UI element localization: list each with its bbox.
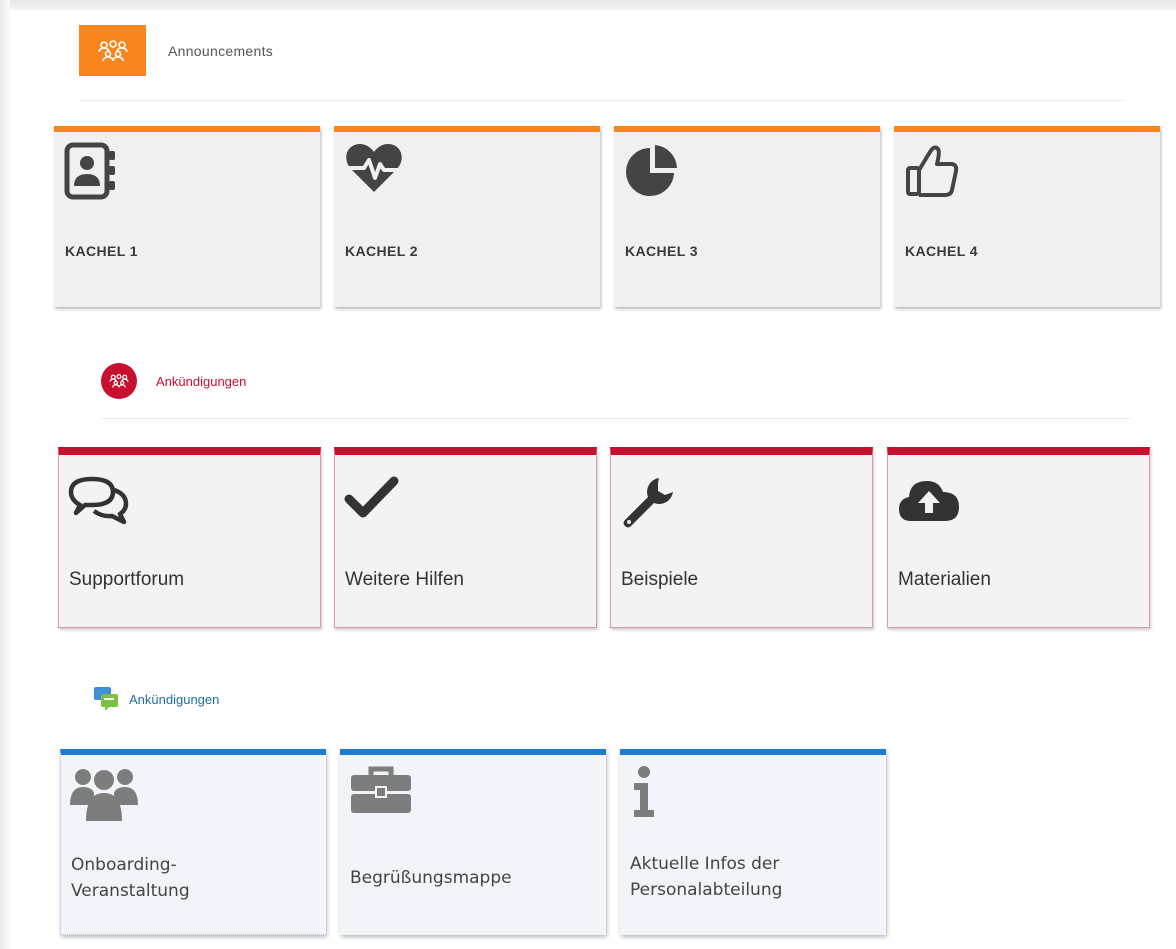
tile-label: Aktuelle Infos der Personalabteilung — [630, 851, 782, 903]
tile-begruessungsmappe[interactable]: Begrüßungsmappe — [340, 749, 606, 935]
tile-beispiele[interactable]: Beispiele — [610, 447, 873, 628]
tile-kachel-4[interactable]: KACHEL 4 — [894, 126, 1160, 307]
section-header-ankuendigungen-blue: Ankündigungen — [93, 686, 219, 712]
tile-label: KACHEL 1 — [65, 243, 138, 259]
group-icon — [101, 363, 137, 399]
tile-kachel-3[interactable]: KACHEL 3 — [614, 126, 880, 307]
tile-label: Weitere Hilfen — [345, 569, 464, 590]
tile-kachel-2[interactable]: KACHEL 2 — [334, 126, 600, 307]
tile-label: Materialien — [898, 569, 991, 590]
group-icon — [79, 25, 146, 76]
users-icon — [70, 769, 138, 821]
section-header-announcements: Announcements — [79, 25, 273, 76]
heartbeat-icon — [346, 144, 402, 192]
tile-label: Beispiele — [621, 569, 699, 590]
checkmark-icon — [344, 476, 399, 518]
chat-icon — [94, 687, 118, 711]
chat-bubbles-icon — [68, 476, 129, 525]
tile-weitere-hilfen[interactable]: Weitere Hilfen — [334, 447, 597, 628]
tile-label: Begrüßungsmappe — [350, 865, 512, 891]
info-icon — [634, 766, 654, 817]
window-left-edge — [0, 0, 10, 949]
pie-chart-icon — [626, 145, 677, 196]
tile-label-line: Onboarding- — [71, 855, 177, 875]
briefcase-icon — [351, 766, 411, 813]
wrench-icon — [623, 478, 673, 528]
section-title: Announcements — [168, 42, 274, 59]
tile-label-line: Personalabteilung — [630, 880, 783, 900]
section-title: Ankündigungen — [129, 691, 220, 707]
tile-label: KACHEL 3 — [625, 243, 698, 259]
tile-label: Supportforum — [69, 569, 185, 590]
contact-book-icon — [64, 142, 115, 200]
tile-label-line: Aktuelle Infos der — [630, 854, 780, 874]
tile-kachel-1[interactable]: KACHEL 1 — [54, 126, 320, 307]
tile-supportforum[interactable]: Supportforum — [58, 447, 321, 628]
tile-onboarding-veranstaltung[interactable]: Onboarding- Veranstaltung — [60, 749, 326, 935]
window-top-edge — [0, 0, 1176, 10]
tile-label-line: Veranstaltung — [71, 881, 190, 901]
section-divider — [101, 418, 1131, 419]
section-header-ankuendigungen-red: Ankündigungen — [101, 363, 246, 399]
tile-label: KACHEL 4 — [905, 243, 978, 259]
cloud-upload-icon — [899, 481, 959, 521]
tile-aktuelle-infos[interactable]: Aktuelle Infos der Personalabteilung — [620, 749, 886, 935]
tile-label: KACHEL 2 — [345, 243, 418, 259]
section-divider — [79, 100, 1124, 101]
tile-label-line: Begrüßungsmappe — [350, 868, 512, 888]
tile-materialien[interactable]: Materialien — [887, 447, 1150, 628]
tile-label: Onboarding- Veranstaltung — [71, 852, 190, 904]
thumbs-up-icon — [906, 145, 959, 197]
section-title: Ankündigungen — [156, 373, 247, 389]
